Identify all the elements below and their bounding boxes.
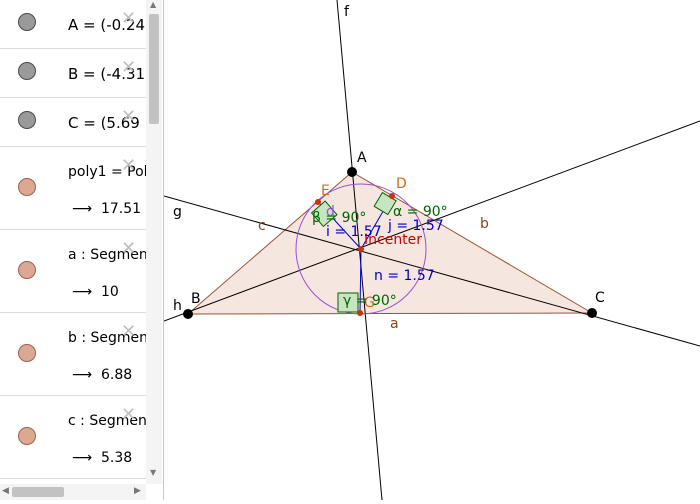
- scroll-right-arrow-icon[interactable]: ▶: [134, 486, 141, 496]
- label-segment-a: a: [390, 316, 399, 332]
- label-gamma: γ = 90°: [343, 293, 397, 309]
- close-icon[interactable]: ✕: [121, 157, 136, 175]
- visibility-toggle-icon[interactable]: [18, 111, 36, 129]
- visibility-toggle-icon[interactable]: [18, 62, 36, 80]
- horizontal-scrollbar[interactable]: ◀ ▶: [0, 484, 146, 500]
- close-icon[interactable]: ✕: [121, 240, 136, 258]
- visibility-toggle-icon[interactable]: [18, 13, 36, 31]
- label-point-d: D: [396, 176, 407, 192]
- visibility-toggle-icon[interactable]: [18, 427, 36, 445]
- label-segment-b: b: [480, 216, 489, 232]
- algebra-row-point-b[interactable]: B = (-4.31 ✕: [0, 49, 146, 98]
- label-n: n = 1.57: [374, 268, 435, 284]
- algebra-row-point-a[interactable]: A = (-0.24 ✕: [0, 0, 146, 49]
- visibility-toggle-icon[interactable]: [18, 344, 36, 362]
- graphics-canvas[interactable]: A B C D E G f g h a b c Incenter β = 90°…: [163, 0, 700, 501]
- point-b[interactable]: [183, 309, 193, 319]
- label-i: i = 1.57: [326, 224, 382, 240]
- point-d[interactable]: [389, 193, 395, 199]
- label-segment-c: c: [258, 218, 266, 234]
- value-text: ⟶ 5.38: [72, 450, 133, 466]
- scrollbar-thumb[interactable]: [12, 487, 64, 497]
- close-icon[interactable]: ✕: [121, 323, 136, 341]
- scrollbar-thumb[interactable]: [149, 14, 159, 124]
- label-point-e: E: [321, 183, 330, 199]
- label-d: d: [326, 204, 335, 220]
- value-text: ⟶ 10: [72, 284, 119, 300]
- graphics-view[interactable]: A B C D E G f g h a b c Incenter β = 90°…: [163, 0, 700, 501]
- scroll-up-arrow-icon[interactable]: ▲: [150, 0, 156, 9]
- visibility-toggle-icon[interactable]: [18, 261, 36, 279]
- label-point-b: B: [191, 291, 201, 307]
- close-icon[interactable]: ✕: [121, 108, 136, 126]
- point-a[interactable]: [347, 167, 357, 177]
- point-c[interactable]: [587, 308, 597, 318]
- label-point-a: A: [357, 150, 367, 166]
- algebra-view: A = (-0.24 ✕ B = (-4.31 ✕ C = (5.69 ✕ po…: [0, 0, 164, 500]
- close-icon[interactable]: ✕: [121, 10, 136, 28]
- algebra-row-point-c[interactable]: C = (5.69 ✕: [0, 98, 146, 147]
- algebra-row-segment-c[interactable]: c : Segment ⟶ 5.38 ✕: [0, 396, 146, 479]
- value-text: ⟶ 6.88: [72, 367, 133, 383]
- scroll-down-arrow-icon[interactable]: ▼: [150, 468, 156, 477]
- label-j: j = 1.57: [387, 218, 444, 234]
- label-line-h: h: [173, 298, 182, 314]
- close-icon[interactable]: ✕: [121, 406, 136, 424]
- close-icon[interactable]: ✕: [121, 59, 136, 77]
- algebra-row-segment-a[interactable]: a : Segment ⟶ 10 ✕: [0, 230, 146, 313]
- algebra-row-segment-b[interactable]: b : Segment ⟶ 6.88 ✕: [0, 313, 146, 396]
- point-e[interactable]: [315, 199, 321, 205]
- point-g[interactable]: [357, 310, 363, 316]
- value-text: ⟶ 17.51: [72, 201, 142, 217]
- label-line-f: f: [344, 4, 350, 20]
- scroll-left-arrow-icon[interactable]: ◀: [2, 486, 9, 496]
- algebra-row-poly1[interactable]: poly1 = Polygon ⟶ 17.51 ✕: [0, 147, 146, 230]
- label-point-c: C: [595, 290, 605, 306]
- vertical-scrollbar[interactable]: ▲ ▼: [146, 0, 162, 484]
- visibility-toggle-icon[interactable]: [18, 178, 36, 196]
- label-line-g: g: [173, 204, 182, 220]
